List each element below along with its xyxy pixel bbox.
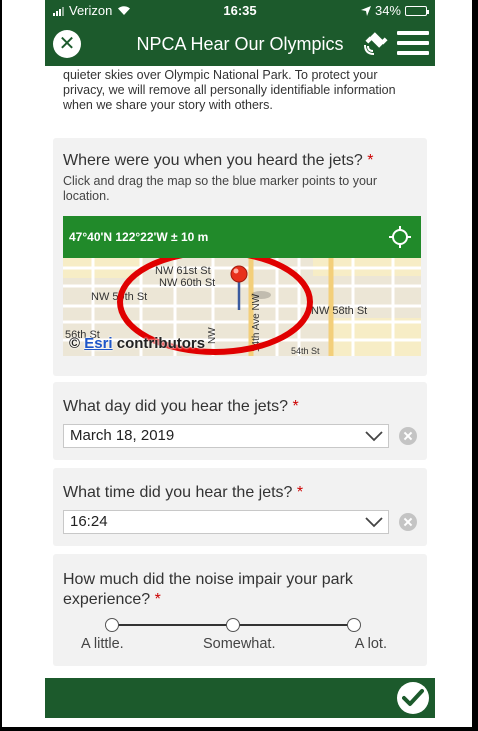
street-label: NW 61st St [155, 265, 211, 277]
required-mark: * [367, 152, 374, 169]
scale-option-lot[interactable] [347, 618, 361, 632]
time-question: What time did you hear the jets? * [53, 468, 427, 502]
impair-question: How much did the noise impair your park … [53, 554, 427, 610]
attribution-prefix: © [69, 335, 85, 352]
scale-label: A little. [81, 636, 124, 652]
frame-border-right [472, 0, 478, 731]
street-label: 54th St [291, 346, 320, 356]
day-card: What day did you hear the jets? * March … [53, 382, 427, 460]
time-select[interactable]: 16:24 [63, 510, 389, 534]
location-question: Where were you when you heard the jets? … [53, 138, 427, 170]
battery-percent: 34% [374, 3, 401, 18]
day-value: March 18, 2019 [70, 427, 175, 444]
location-card: Where were you when you heard the jets? … [53, 138, 427, 376]
hamburger-menu-icon[interactable] [397, 31, 429, 57]
chevron-down-icon [365, 431, 383, 442]
location-hint: Click and drag the map so the blue marke… [63, 174, 378, 203]
esri-link[interactable]: Esri [84, 335, 112, 352]
screenshot-frame: Verizon 16:35 34% ✕ NPCA Hear Our Olympi… [0, 0, 478, 731]
required-mark: * [154, 591, 161, 608]
day-question-text: What day did you hear the jets? [63, 398, 289, 415]
status-bar: Verizon 16:35 34% [45, 0, 435, 22]
impair-question-text: How much did the noise impair your park … [63, 571, 353, 608]
map-attribution: © Esri contributors [69, 335, 205, 352]
time-select-row: 16:24 [53, 510, 427, 534]
impair-scale[interactable] [105, 618, 361, 632]
time-value: 16:24 [70, 513, 108, 530]
frame-border-left [0, 0, 2, 731]
day-select-row: March 18, 2019 [53, 424, 427, 448]
intro-text: quieter skies over Olympic National Park… [63, 68, 396, 112]
time-card: What time did you hear the jets? * 16:24 [53, 468, 427, 546]
required-mark: * [292, 398, 299, 415]
required-mark: * [296, 484, 304, 501]
map-coordinate-bar: 47°40'N 122°22'W ± 10 m [63, 216, 421, 258]
checkmark-icon [402, 689, 424, 706]
battery-icon [405, 5, 429, 16]
clear-time-icon[interactable] [399, 513, 417, 531]
attribution-suffix: contributors [112, 335, 206, 352]
clear-day-icon[interactable] [399, 427, 417, 445]
scale-label: Somewhat. [202, 636, 276, 652]
scale-option-somewhat[interactable] [226, 618, 240, 632]
location-question-text: Where were you when you heard the jets? [63, 152, 363, 169]
map-coordinates: 47°40'N 122°22'W ± 10 m [69, 230, 209, 244]
street-label: NW [207, 327, 218, 344]
impair-card: How much did the noise impair your park … [53, 554, 427, 666]
submit-button[interactable] [397, 682, 429, 714]
form-scroll-area[interactable]: quieter skies over Olympic National Park… [45, 66, 435, 678]
status-right: 34% [360, 3, 429, 18]
scale-label: A lot. [354, 636, 387, 652]
scale-option-little[interactable] [105, 618, 119, 632]
chevron-down-icon [365, 517, 383, 528]
satellite-icon[interactable] [362, 31, 390, 57]
day-select[interactable]: March 18, 2019 [63, 424, 389, 448]
street-label: NW 60th St [159, 277, 215, 289]
app-header: ✕ NPCA Hear Our Olympics [45, 22, 435, 66]
phone-screen: Verizon 16:35 34% ✕ NPCA Hear Our Olympi… [45, 0, 435, 718]
day-question: What day did you hear the jets? * [53, 382, 427, 416]
location-map[interactable]: 47°40'N 122°22'W ± 10 m NW 61st St NW 60… [63, 216, 421, 356]
footer-bar [45, 678, 435, 718]
street-label: NW 58th St [311, 305, 367, 317]
time-question-text: What time did you hear the jets? [63, 484, 293, 501]
scale-labels: A little. Somewhat. A lot. [81, 636, 387, 652]
frame-border-bottom [0, 727, 478, 731]
location-arrow-icon [360, 5, 371, 16]
locate-me-icon[interactable] [389, 226, 411, 248]
